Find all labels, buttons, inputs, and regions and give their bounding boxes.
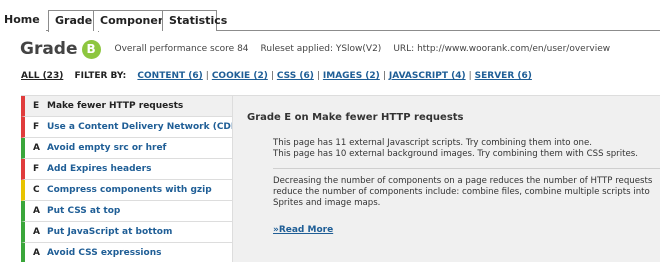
rule-item[interactable]: E Make fewer HTTP requests [21, 96, 232, 117]
rule-item[interactable]: A Put CSS at top [21, 201, 232, 222]
rule-grade: E [33, 101, 40, 111]
tab-grade[interactable]: Grade [48, 10, 100, 32]
filter-all-link[interactable]: ALL (23) [21, 71, 63, 81]
detail-line: This page has 11 external Javascript scr… [273, 138, 593, 148]
tab-home[interactable]: Home [0, 10, 46, 31]
rule-label: Put CSS at top [47, 206, 121, 216]
ruleset-info: Ruleset applied: YSlow(V2) [260, 44, 382, 54]
grade-header: Grade B Overall performance score 84 Rul… [20, 38, 610, 60]
rule-label: Make fewer HTTP requests [47, 101, 184, 111]
detail-line: reduce the number of components include:… [273, 187, 650, 197]
rule-grade: F [33, 122, 40, 132]
filter-separator: | [270, 71, 274, 81]
detail-title: Grade E on Make fewer HTTP requests [247, 112, 464, 123]
rule-item[interactable]: F Use a Content Delivery Network (CDN) [21, 117, 232, 138]
detail-description: Decreasing the number of components on a… [273, 176, 660, 209]
detail-body: This page has 11 external Javascript scr… [273, 138, 660, 209]
filter-separator: | [316, 71, 320, 81]
rule-label: Use a Content Delivery Network (CDN) [47, 122, 232, 132]
rule-label: Add Expires headers [47, 164, 152, 174]
overall-score: Overall performance score 84 [114, 44, 249, 54]
url-info: URL: http://www.woorank.com/en/user/over… [393, 44, 611, 54]
tab-bar: Home Grade Components Statistics [0, 0, 660, 32]
rule-grade: A [33, 206, 40, 216]
rule-item[interactable]: A Put JavaScript at bottom [21, 222, 232, 243]
page-title: Grade [20, 39, 78, 59]
tab-statistics[interactable]: Statistics [162, 10, 227, 31]
rule-item[interactable]: A Avoid CSS expressions [21, 243, 232, 262]
rule-label: Put JavaScript at bottom [47, 227, 173, 237]
rule-label: Compress components with gzip [47, 185, 212, 195]
filter-separator: | [205, 71, 209, 81]
rule-list: E Make fewer HTTP requests F Use a Content… [21, 95, 232, 262]
filter-separator: | [382, 71, 386, 81]
rule-label: Avoid empty src or href [47, 143, 167, 153]
detail-line: This page has 10 external background ima… [273, 149, 638, 159]
filter-css-link[interactable]: CSS (6) [277, 71, 314, 81]
filter-images-link[interactable]: IMAGES (2) [323, 71, 380, 81]
filter-label: FILTER BY: [74, 71, 127, 81]
filter-content-link[interactable]: CONTENT (6) [137, 71, 202, 81]
filter-bar: ALL (23) FILTER BY: CONTENT (6) | COOKIE (… [21, 71, 532, 81]
rule-item[interactable]: F Add Expires headers [21, 159, 232, 180]
rule-item[interactable]: C Compress components with gzip [21, 180, 232, 201]
filter-javascript-link[interactable]: JAVASCRIPT (4) [389, 71, 466, 81]
divider [273, 168, 660, 169]
rule-item[interactable]: A Avoid empty src or href [21, 138, 232, 159]
rule-grade: A [33, 227, 40, 237]
rule-grade: A [33, 248, 40, 258]
rule-label: Avoid CSS expressions [47, 248, 162, 258]
filter-server-link[interactable]: SERVER (6) [475, 71, 532, 81]
rule-detail-panel: Grade E on Make fewer HTTP requests This… [232, 95, 660, 262]
detail-line: Decreasing the number of components on a… [273, 176, 653, 186]
read-more-link[interactable]: »Read More [273, 225, 333, 235]
grade-badge: B [81, 39, 101, 59]
filter-cookie-link[interactable]: COOKIE (2) [212, 71, 268, 81]
filter-separator: | [468, 71, 472, 81]
rule-grade: C [33, 185, 40, 195]
detail-line: Sprites and image maps. [273, 198, 381, 208]
rule-grade: A [33, 143, 40, 153]
rule-grade: F [33, 164, 40, 174]
